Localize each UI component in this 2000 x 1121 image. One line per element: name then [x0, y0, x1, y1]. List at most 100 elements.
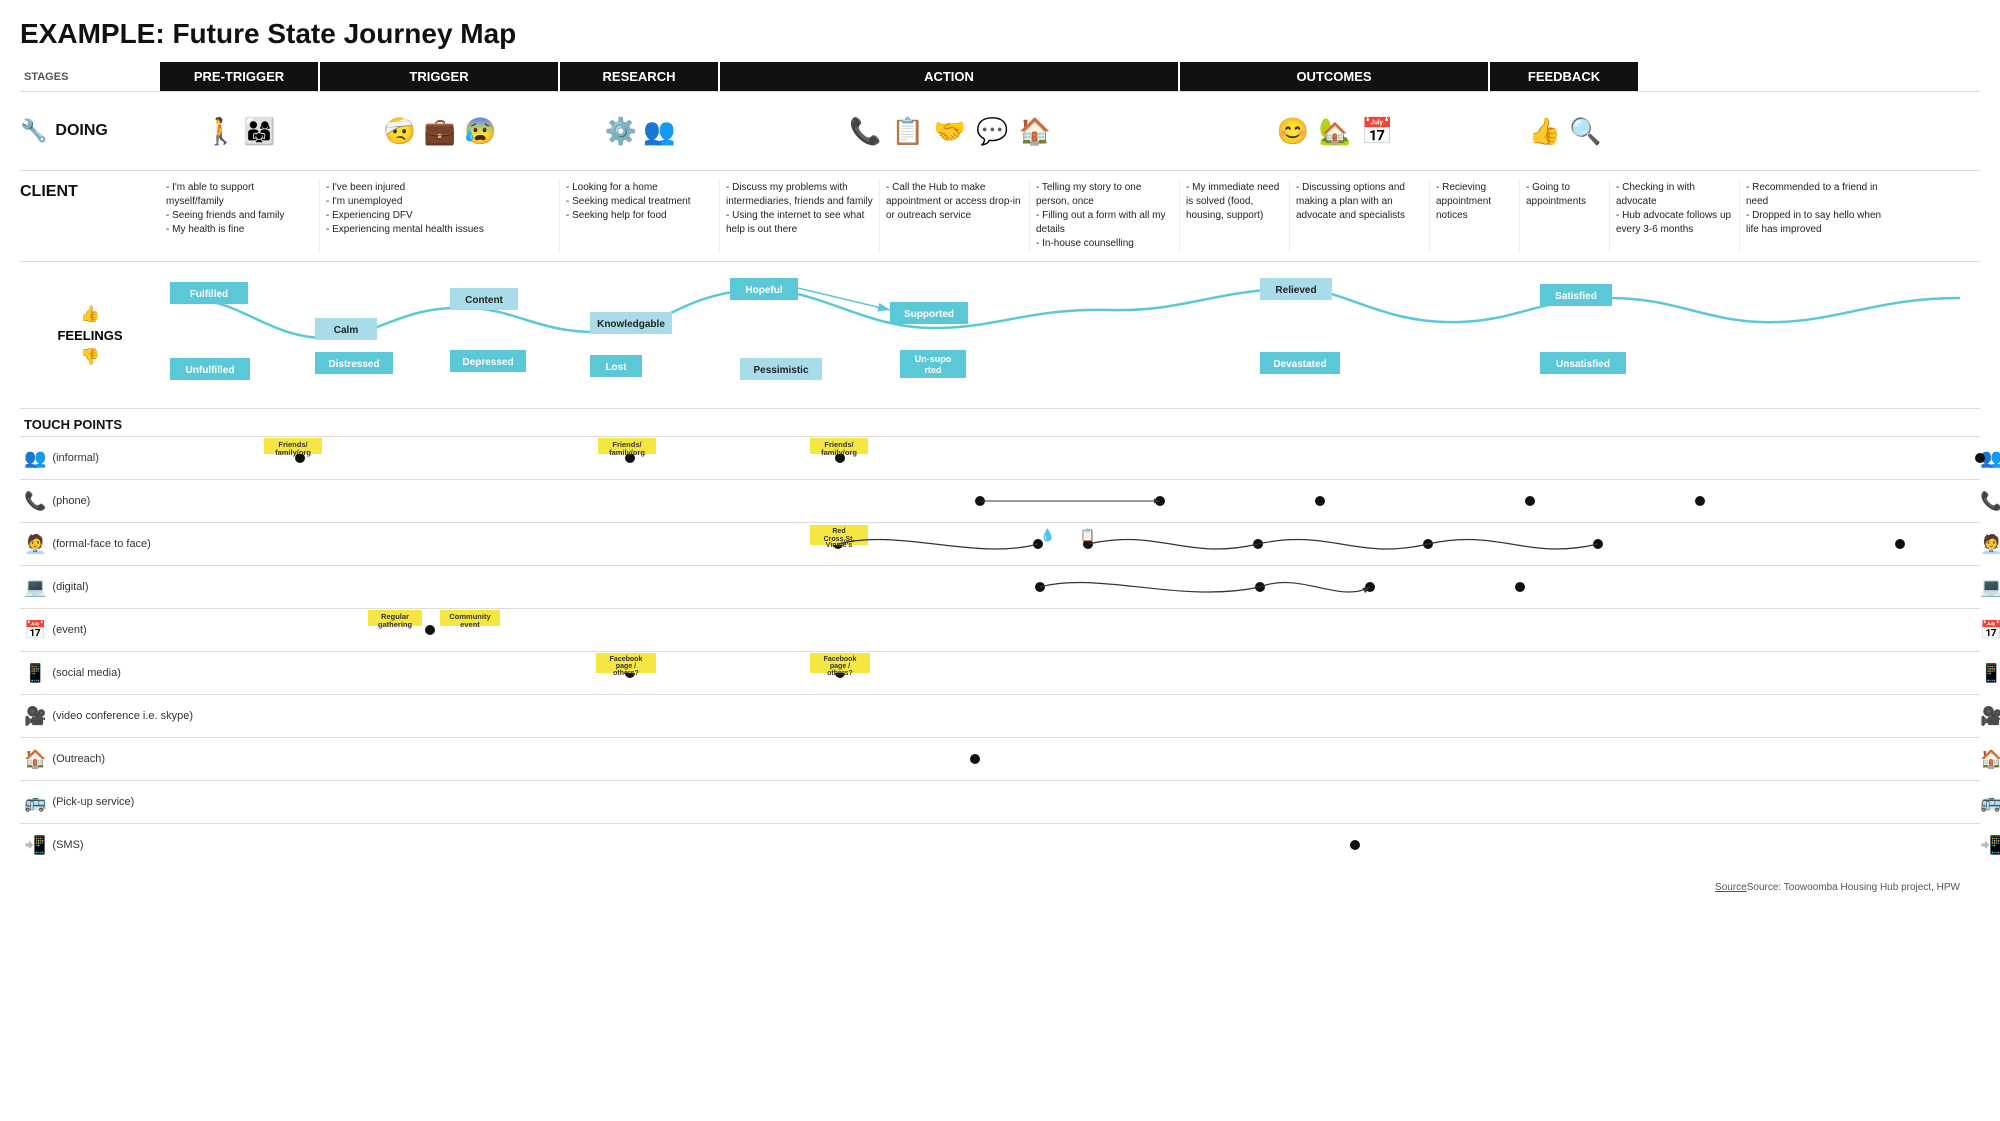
- tp-informal-svg: Friends/ family/org Friends/ family/org …: [220, 437, 1980, 479]
- svg-text:Unfulfilled: Unfulfilled: [186, 365, 235, 376]
- tp-right-digital: 💻: [1980, 577, 2000, 598]
- event-icon: 📅: [24, 620, 46, 641]
- doing-row: 🔧 DOING 🚶 👨‍👩‍👧 🤕 💼 😰 ⚙️ 👥 📞: [20, 91, 1980, 171]
- client-action1: - Discuss my problems with intermediarie…: [720, 179, 880, 253]
- svg-text:Facebook: Facebook: [610, 656, 643, 663]
- svg-text:💧: 💧: [1040, 528, 1055, 542]
- tp-phone-svg: [220, 480, 1980, 522]
- tp-label-informal: 👥 (informal): [20, 444, 220, 473]
- sms-icon: 📲: [24, 835, 46, 856]
- svg-text:📋: 📋: [1080, 528, 1095, 542]
- svg-text:others?: others?: [827, 670, 853, 677]
- tp-right-outreach: 🏠: [1980, 749, 2000, 770]
- stages-label: STAGES: [20, 62, 160, 91]
- pickup-icon: 🚌: [24, 792, 46, 813]
- tp-content-digital: [220, 566, 1980, 608]
- tp-row-video: 🎥 (video conference i.e. skype) 🎥: [20, 694, 1980, 737]
- svg-text:Distressed: Distressed: [328, 359, 379, 370]
- digital-icon: 💻: [24, 577, 46, 598]
- svg-text:page /: page /: [830, 663, 850, 670]
- svg-text:event: event: [460, 620, 480, 629]
- svg-text:Lost: Lost: [605, 362, 627, 373]
- client-text-cells: - I'm able to support myself/family - Se…: [160, 179, 1980, 253]
- svg-text:Content: Content: [465, 295, 503, 306]
- client-action5: - Discussing options and making a plan w…: [1290, 179, 1430, 253]
- client-outcomes1: - Recieving appointment notices: [1430, 179, 1520, 253]
- svg-text:Knowledgable: Knowledgable: [597, 319, 665, 330]
- feelings-label: 👍 FEELINGS 👎: [20, 304, 160, 367]
- tp-content-pickup: [220, 781, 1980, 823]
- tp-content-phone: [220, 480, 1980, 522]
- client-label: CLIENT: [20, 179, 160, 201]
- tp-content-social: Facebook page / others? Facebook page / …: [220, 652, 1980, 694]
- svg-text:Red: Red: [832, 528, 845, 535]
- svg-text:Un-supo: Un-supo: [915, 354, 952, 364]
- client-feedback: - Recommended to a friend in need - Drop…: [1740, 179, 1890, 253]
- tp-row-sms: 📲 (SMS) 📲: [20, 823, 1980, 866]
- client-trigger: - I've been injured - I'm unemployed - E…: [320, 179, 560, 253]
- svg-text:Supported: Supported: [904, 309, 954, 320]
- tp-row-outreach: 🏠 (Outreach) 🏠: [20, 737, 1980, 780]
- feelings-curve: Fulfilled Calm Content Knowledgable Hope…: [160, 270, 2000, 400]
- client-outcomes2: - Going to appointments: [1520, 179, 1610, 253]
- stages-row: STAGES PRE-TRIGGER TRIGGER RESEARCH ACTI…: [20, 62, 1980, 91]
- formal-icon: 🧑‍💼: [24, 534, 46, 555]
- tp-label-formal: 🧑‍💼 (formal-face to face): [20, 530, 220, 559]
- tp-content-video: [220, 695, 1980, 737]
- social-icon: 📱: [24, 663, 46, 684]
- tp-right-phone: 📞: [1980, 491, 2000, 512]
- client-action4: - My immediate need is solved (food, hou…: [1180, 179, 1290, 253]
- tp-row-event: 📅 (event) Regular gathering Community ev…: [20, 608, 1980, 651]
- svg-text:rted: rted: [924, 365, 941, 375]
- tp-row-phone: 📞 (phone) 📞: [20, 479, 1980, 522]
- tp-row-social: 📱 (social media) Facebook page / others?…: [20, 651, 1980, 694]
- tp-label-sms: 📲 (SMS): [20, 831, 220, 860]
- tp-row-pickup: 🚌 (Pick-up service) 🚌: [20, 780, 1980, 823]
- doing-label: 🔧 DOING: [20, 118, 160, 144]
- tp-right-sms: 📲: [1980, 835, 2000, 856]
- tp-outreach-svg: [220, 738, 1980, 780]
- tp-row-digital: 💻 (digital) 💻: [20, 565, 1980, 608]
- svg-text:family/org: family/org: [609, 448, 645, 457]
- svg-text:Facebook: Facebook: [824, 656, 857, 663]
- tp-label-pickup: 🚌 (Pick-up service): [20, 788, 220, 817]
- tp-label-social: 📱 (social media): [20, 659, 220, 688]
- tp-event-svg: Regular gathering Community event: [220, 609, 1980, 651]
- svg-text:Depressed: Depressed: [462, 357, 513, 368]
- informal-icon: 👥: [24, 448, 46, 469]
- tp-right-social: 📱: [1980, 663, 2000, 684]
- svg-text:others?: others?: [613, 670, 639, 677]
- outreach-icon: 🏠: [24, 749, 46, 770]
- thumb-down-icon: 👎: [80, 347, 100, 367]
- video-icon: 🎥: [24, 706, 46, 727]
- svg-text:Devastated: Devastated: [1273, 359, 1326, 370]
- client-action2: - Call the Hub to make appointment or ac…: [880, 179, 1030, 253]
- tp-row-informal: 👥 (informal) Friends/ family/org Friends…: [20, 436, 1980, 479]
- tp-content-sms: [220, 824, 1980, 866]
- client-outcomes3: - Checking in with advocate - Hub advoca…: [1610, 179, 1740, 253]
- client-pretrigger: - I'm able to support myself/family - Se…: [160, 179, 320, 253]
- tp-social-svg: Facebook page / others? Facebook page / …: [220, 652, 1980, 694]
- stage-outcomes: OUTCOMES: [1180, 62, 1490, 91]
- phone-icon: 📞: [24, 491, 46, 512]
- client-research: - Looking for a home - Seeking medical t…: [560, 179, 720, 253]
- tp-content-formal: Red Cross,St. Vinnie's 💧 📋: [220, 523, 1980, 565]
- tp-right-event: 📅: [1980, 620, 2000, 641]
- tp-content-outreach: [220, 738, 1980, 780]
- tp-right-video: 🎥: [1980, 706, 2000, 727]
- tp-label-outreach: 🏠 (Outreach): [20, 745, 220, 774]
- tp-pickup-svg: [220, 781, 1980, 823]
- svg-text:Relieved: Relieved: [1275, 285, 1316, 296]
- svg-text:Vinnie's: Vinnie's: [826, 542, 853, 549]
- stage-action: ACTION: [720, 62, 1180, 91]
- thumb-up-icon: 👍: [80, 304, 100, 324]
- svg-text:family/org: family/org: [275, 448, 311, 457]
- touchpoints-section: TOUCH POINTS 👥 (informal) Friends/ famil…: [20, 409, 1980, 874]
- stage-research: RESEARCH: [560, 62, 720, 91]
- tp-digital-svg: [220, 566, 1980, 608]
- svg-text:Unsatisfied: Unsatisfied: [1556, 359, 1610, 370]
- touchpoints-header: TOUCH POINTS: [20, 417, 1980, 432]
- svg-text:Satisfied: Satisfied: [1555, 291, 1597, 302]
- tp-right-pickup: 🚌: [1980, 792, 2000, 813]
- tp-formal-svg: Red Cross,St. Vinnie's 💧 📋: [220, 523, 1980, 565]
